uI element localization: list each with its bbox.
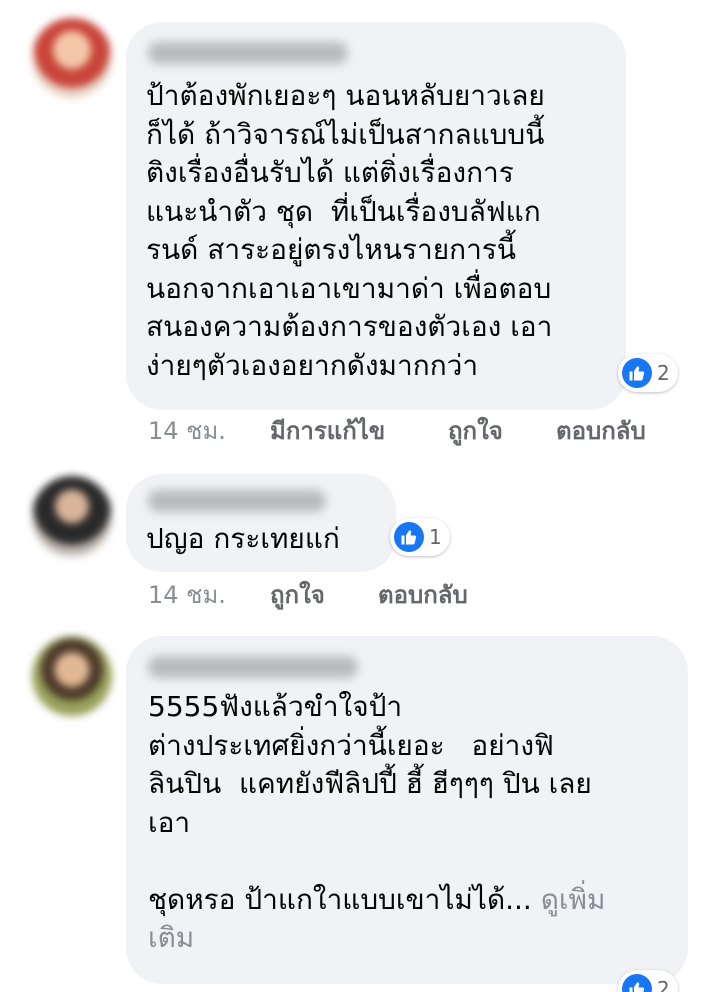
reply-button[interactable]: ตอบกลับ xyxy=(378,578,468,612)
reaction-count: 2 xyxy=(657,361,670,385)
avatar[interactable] xyxy=(32,636,112,716)
comment-2: ปญอ กระเทยแก่ 1 14 ชม. ถูกใจ ตอบกลับ xyxy=(0,460,720,630)
timestamp[interactable]: 14 ชม. xyxy=(148,578,226,612)
comment-body: 5555ฟังแล้วขำใจป้า ต่างประเทศยิ่งกว่านี้… xyxy=(148,690,592,916)
comment-3: 5555ฟังแล้วขำใจป้า ต่างประเทศยิ่งกว่านี้… xyxy=(0,630,720,992)
avatar[interactable] xyxy=(32,18,112,98)
comment-1: ป้าต้องพักเยอะๆ นอนหลับยาวเลย ก็ได้ ถ้าว… xyxy=(0,0,720,460)
comment-text: 5555ฟังแล้วขำใจป้า ต่างประเทศยิ่งกว่านี้… xyxy=(148,688,678,958)
reaction-count: 2 xyxy=(657,977,670,992)
author-name-blurred[interactable] xyxy=(148,490,326,512)
reaction-summary[interactable]: 2 xyxy=(618,354,678,392)
comment-bubble: 5555ฟังแล้วขำใจป้า ต่างประเทศยิ่งกว่านี้… xyxy=(126,636,688,984)
comment-text: ปญอ กระเทยแก่ xyxy=(146,522,340,555)
like-button[interactable]: ถูกใจ xyxy=(270,578,325,612)
comment-bubble: ป้าต้องพักเยอะๆ นอนหลับยาวเลย ก็ได้ ถ้าว… xyxy=(126,22,626,410)
author-name-blurred[interactable] xyxy=(148,42,348,64)
thumbs-up-icon xyxy=(622,358,652,388)
comment-text: ป้าต้องพักเยอะๆ นอนหลับยาวเลย ก็ได้ ถ้าว… xyxy=(146,79,553,382)
timestamp[interactable]: 14 ชม. xyxy=(148,414,226,448)
comment-bubble: ปญอ กระเทยแก่ xyxy=(126,474,396,572)
reaction-count: 1 xyxy=(429,525,442,549)
like-button[interactable]: ถูกใจ xyxy=(448,414,503,448)
comment-meta: 14 ชม. มีการแก้ไข ถูกใจ ตอบกลับ xyxy=(148,414,708,448)
reply-button[interactable]: ตอบกลับ xyxy=(556,414,646,448)
avatar[interactable] xyxy=(32,476,112,556)
author-name-blurred[interactable] xyxy=(148,656,358,678)
comment-meta: 14 ชม. ถูกใจ ตอบกลับ xyxy=(148,578,548,612)
thumbs-up-icon xyxy=(622,974,652,992)
reaction-summary[interactable]: 2 xyxy=(618,970,678,992)
thumbs-up-icon xyxy=(394,522,424,552)
edited-label[interactable]: มีการแก้ไข xyxy=(270,414,385,448)
reaction-summary[interactable]: 1 xyxy=(390,518,450,556)
